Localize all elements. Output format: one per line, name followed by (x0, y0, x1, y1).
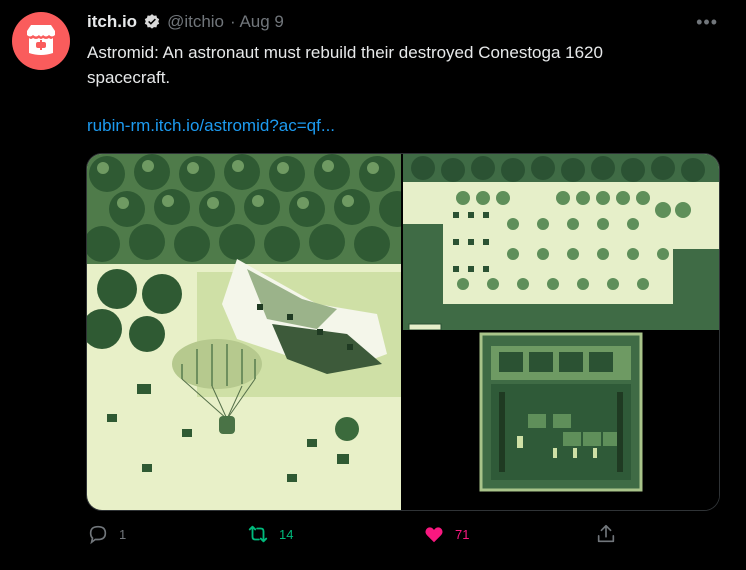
avatar[interactable] (12, 12, 70, 70)
reply-button[interactable]: 1 (87, 523, 126, 545)
crash-site-pixel-art (87, 154, 401, 482)
action-bar: 1 14 71 (87, 523, 627, 551)
retweet-icon (248, 525, 268, 543)
like-button[interactable]: 71 (423, 523, 469, 545)
share-icon (597, 524, 615, 543)
tweet-link[interactable]: rubin-rm.itch.io/astromid?ac=qf... (87, 116, 335, 136)
reply-count: 1 (119, 526, 127, 542)
handle[interactable]: @itchio (167, 12, 224, 32)
field-pixel-art (403, 154, 719, 330)
tweet: itch.io @itchio · Aug 9 ••• Astromid: An… (0, 0, 746, 570)
itchio-logo-icon (27, 25, 55, 55)
interior-pixel-art (403, 332, 719, 510)
like-count: 71 (455, 526, 470, 542)
tweet-text: Astromid: An astronaut must rebuild thei… (87, 43, 603, 87)
media-grid (86, 153, 720, 511)
verified-badge-icon (144, 14, 160, 29)
media-image-crash-site[interactable] (87, 154, 401, 510)
retweet-button[interactable]: 14 (247, 523, 293, 545)
media-image-interior[interactable] (403, 332, 719, 510)
timestamp[interactable]: · Aug 9 (230, 12, 284, 32)
reply-icon (89, 525, 107, 545)
tweet-header: itch.io @itchio · Aug 9 (87, 10, 284, 34)
like-icon (425, 527, 443, 543)
more-icon[interactable]: ••• (696, 12, 718, 33)
share-button[interactable] (595, 523, 617, 545)
media-image-field[interactable] (403, 154, 719, 330)
retweet-count: 14 (279, 526, 294, 542)
display-name[interactable]: itch.io (87, 12, 137, 32)
